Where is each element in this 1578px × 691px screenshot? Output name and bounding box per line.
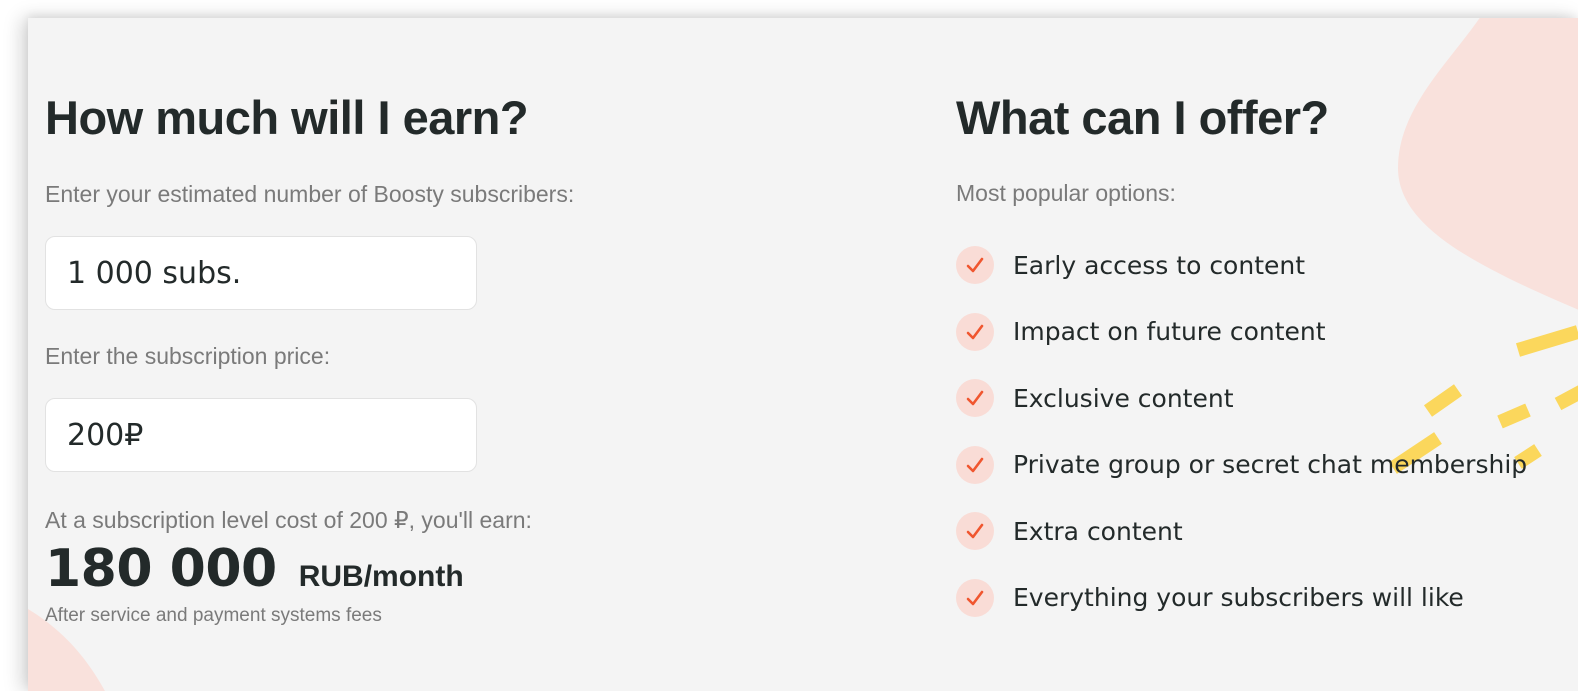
offer-subtitle: Most popular options: — [956, 180, 1176, 206]
list-item: Exclusive content — [956, 365, 1556, 432]
offer-list: Early access to content Impact on future… — [956, 232, 1556, 631]
offer-item-label: Impact on future content — [1013, 317, 1326, 347]
subscribers-input[interactable]: 1 000 subs. — [45, 236, 477, 310]
list-item: Private group or secret chat membership — [956, 432, 1556, 499]
earnings-unit: RUB/month — [298, 560, 464, 593]
price-label: Enter the subscription price: — [45, 343, 331, 369]
subscribers-value: 1 000 subs. — [67, 255, 242, 291]
check-icon — [956, 578, 994, 617]
earnings-title: How much will I earn? — [45, 91, 529, 144]
check-icon — [956, 246, 994, 285]
fee-note: After service and payment systems fees — [45, 605, 382, 626]
offer-item-label: Everything your subscribers will like — [1013, 583, 1464, 613]
offer-title: What can I offer? — [956, 91, 1329, 144]
check-icon — [956, 445, 994, 484]
list-item: Extra content — [956, 498, 1556, 565]
list-item: Impact on future content — [956, 299, 1556, 366]
list-item: Everything your subscribers will like — [956, 565, 1556, 632]
price-value: 200₽ — [67, 417, 144, 453]
list-item: Early access to content — [956, 232, 1556, 299]
result-label: At a subscription level cost of 200 ₽, y… — [45, 507, 532, 533]
check-icon — [956, 312, 994, 351]
offer-section: What can I offer? Most popular options: … — [956, 88, 1556, 631]
check-icon — [956, 379, 994, 418]
earnings-section: How much will I earn? Enter your estimat… — [28, 18, 1578, 691]
earnings-calculator: How much will I earn? Enter your estimat… — [45, 88, 745, 627]
offer-item-label: Extra content — [1013, 516, 1183, 546]
offer-item-label: Private group or secret chat membership — [1013, 450, 1528, 480]
check-icon — [956, 512, 994, 551]
offer-item-label: Early access to content — [1013, 250, 1306, 280]
price-input[interactable]: 200₽ — [45, 398, 477, 472]
subscribers-label: Enter your estimated number of Boosty su… — [45, 181, 575, 207]
offer-item-label: Exclusive content — [1013, 383, 1234, 413]
earnings-amount: 180 000 — [45, 539, 277, 599]
earnings-result: 180 000 RUB/month — [45, 539, 745, 599]
